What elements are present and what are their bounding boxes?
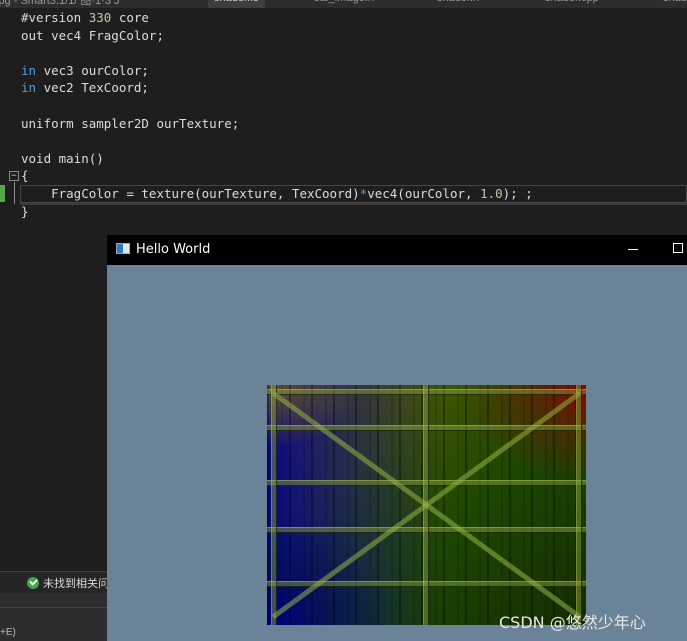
- status-row: 未找到相关问题: [0, 571, 120, 593]
- code-line: }: [21, 203, 29, 220]
- tab-shader-fs[interactable]: shader.fs: [208, 0, 265, 8]
- hello-world-window[interactable]: Hello World: [107, 235, 687, 641]
- code-token: }: [21, 203, 29, 219]
- code-token: #version: [21, 10, 89, 25]
- minimize-icon[interactable]: [628, 249, 638, 250]
- code-token: ); ;: [502, 186, 533, 201]
- error-list-panel: 未找到相关问题 +E): [0, 571, 120, 641]
- code-token: vec3 ourColor;: [36, 62, 149, 78]
- code-token: {: [21, 168, 29, 184]
- code-token: 1.0: [480, 186, 503, 201]
- panel-divider: [0, 607, 107, 610]
- tab-stb-image[interactable]: stb_image.h: [314, 0, 374, 8]
- code-token: uniform sampler2D ourTexture;: [21, 115, 240, 131]
- tab-image-file[interactable]: jpg - Smart3.1/1/ 图·1·3 J: [0, 0, 120, 8]
- textured-quad: [267, 385, 586, 625]
- code-token: core: [111, 10, 149, 25]
- code-token: vec4(ourColor,: [367, 186, 481, 201]
- tab-shader-cpp[interactable]: shader.cpp: [545, 0, 599, 8]
- code-token: void main(): [21, 150, 104, 166]
- tab-shader-h[interactable]: shader.h: [437, 0, 479, 8]
- code-token: in: [21, 80, 37, 96]
- fold-toggle-icon[interactable]: −: [9, 171, 19, 181]
- check-circle-icon: [27, 577, 39, 589]
- current-line-underline: [20, 203, 687, 205]
- window-title: Hello World: [136, 242, 211, 257]
- code-line: {: [21, 167, 29, 184]
- maximize-icon[interactable]: [673, 243, 683, 253]
- code-line: FragColor = texture(ourTexture, TexCoord…: [21, 185, 533, 202]
- code-token: out vec4 FragColor;: [21, 27, 164, 43]
- code-token: FragColor = texture(ourTexture, TexCoord…: [21, 186, 360, 201]
- app-window-icon: [116, 243, 130, 254]
- watermark: CSDN @悠然少年心: [499, 613, 646, 632]
- editor-gutter: [0, 8, 20, 641]
- code-token: vec2 TexCoord;: [36, 80, 149, 96]
- code-token: in: [21, 62, 37, 78]
- gl-viewport[interactable]: [107, 265, 687, 641]
- window-titlebar[interactable]: Hello World: [107, 235, 687, 265]
- tab-overflow[interactable]: shad: [663, 0, 687, 8]
- crate-cross-braces: [271, 390, 582, 620]
- code-line: in vec2 TexCoord;: [21, 79, 149, 96]
- code-line: uniform sampler2D ourTexture;: [21, 115, 239, 132]
- code-line: in vec3 ourColor;: [21, 62, 149, 79]
- code-line: out vec4 FragColor;: [21, 27, 164, 44]
- changed-line-marker: [0, 185, 5, 202]
- document-tab-strip: jpg - Smart3.1/1/ 图·1·3 J shader.fs stb_…: [0, 0, 687, 8]
- code-token: 330: [88, 10, 112, 25]
- shortcut-hint: +E): [0, 627, 16, 638]
- fold-guide-line: [14, 182, 15, 204]
- code-line: void main(): [21, 150, 104, 167]
- code-line: #version 330 core: [21, 9, 149, 26]
